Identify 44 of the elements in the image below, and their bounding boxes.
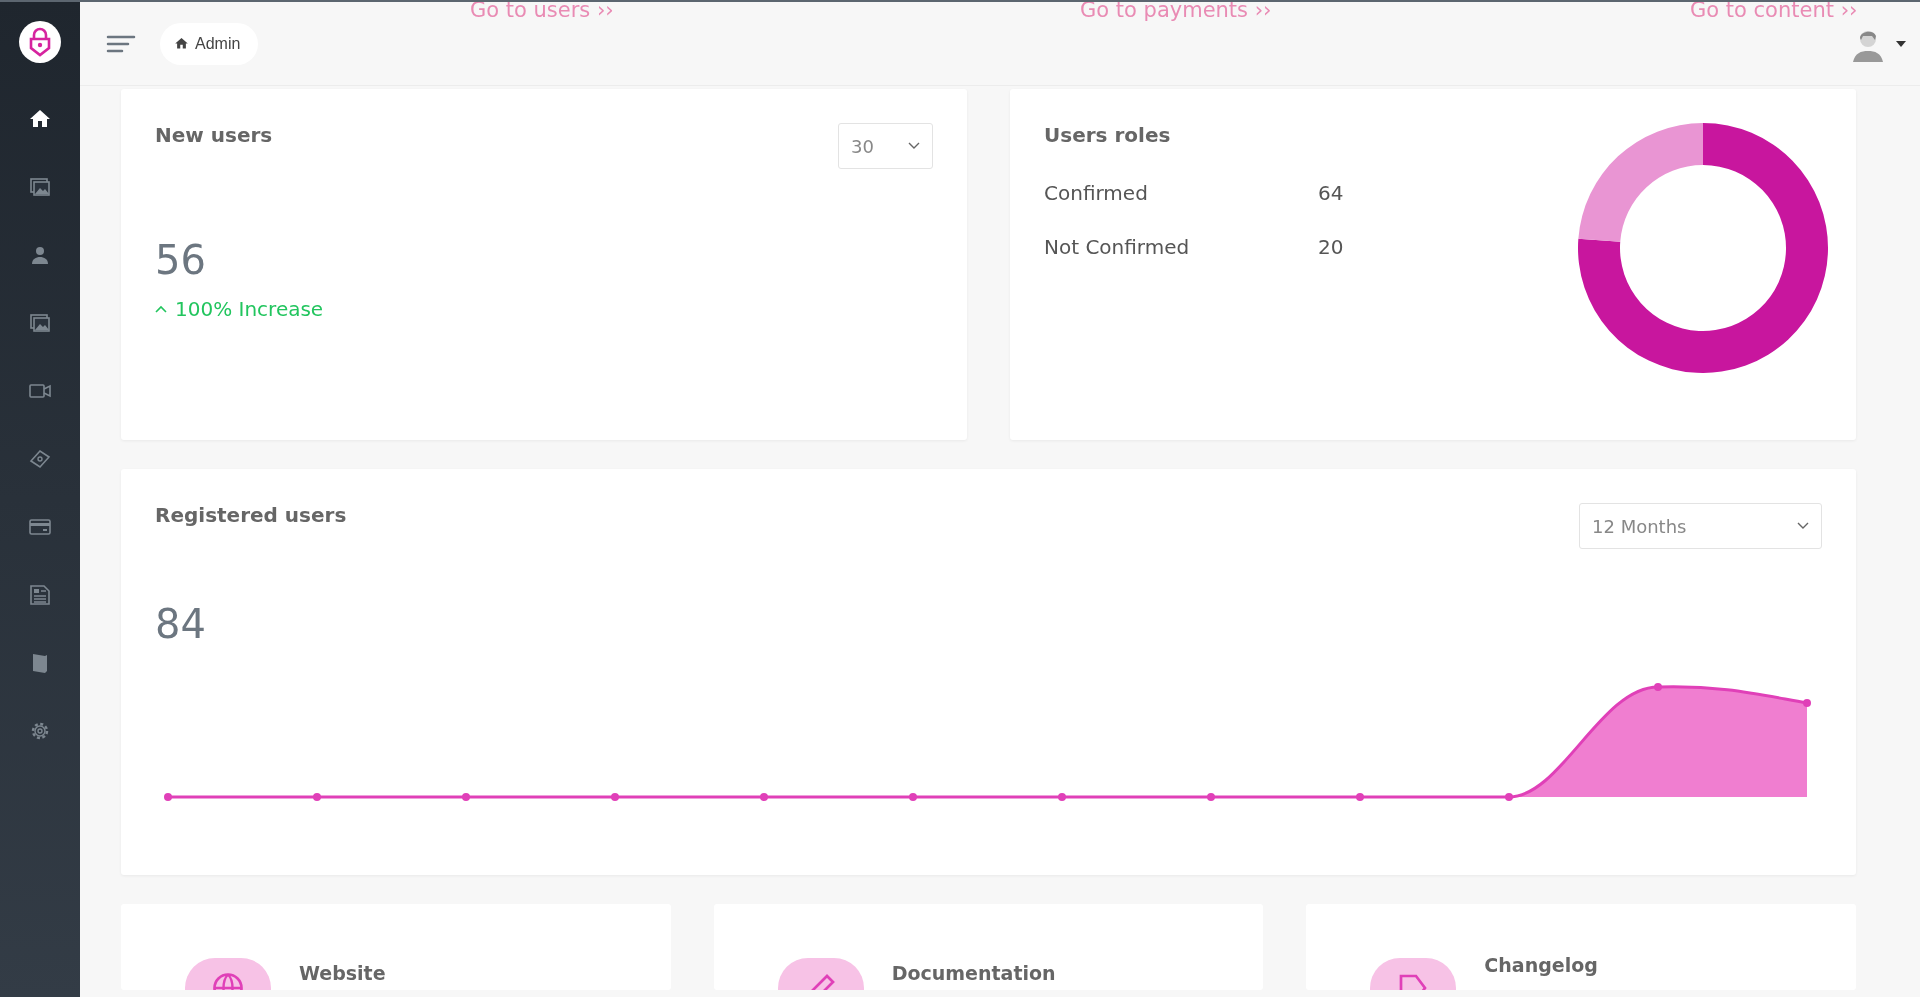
nav-link[interactable]: Go to payments ›› (1080, 2, 1690, 22)
home-icon (174, 36, 189, 51)
chart-point (1207, 793, 1215, 801)
lock-logo[interactable] (19, 21, 61, 63)
admin-breadcrumb[interactable]: Admin (160, 22, 259, 65)
increase-text: 100% Increase (175, 297, 324, 321)
registered-users-count: 84 (155, 601, 207, 647)
card-title: Users roles (1044, 123, 1171, 147)
tag-icon (1370, 958, 1457, 990)
link-card[interactable]: Website (121, 904, 671, 990)
nav-link[interactable]: Go to users ›› (470, 2, 1080, 22)
link-card[interactable]: Documentation (713, 904, 1264, 990)
chart-point (1356, 793, 1364, 801)
role-count: 20 (1318, 235, 1344, 259)
chart-point (1058, 793, 1066, 801)
link-label: Documentation (891, 962, 1056, 984)
chart-point (1505, 793, 1513, 801)
chart-point (760, 793, 768, 801)
role-label: Confirmed (1044, 181, 1149, 205)
globe-icon (185, 958, 271, 990)
new-users-count: 56 (155, 237, 207, 283)
nav-link[interactable]: Go to content ›› (1690, 2, 1858, 22)
chevron-up-icon (155, 305, 167, 313)
chevron-down-icon (1797, 522, 1809, 530)
pen-icon (777, 958, 864, 990)
role-count: 64 (1318, 181, 1344, 205)
period-select[interactable]: 30 (838, 123, 933, 169)
period-select[interactable]: 12 Months (1579, 503, 1822, 549)
chart-point (462, 793, 470, 801)
chevron-down-icon (908, 142, 920, 150)
chart-point (1803, 699, 1811, 707)
chart-point (1654, 683, 1662, 691)
chart-point (909, 793, 917, 801)
link-label: Changelog (1484, 954, 1598, 976)
chart-point (164, 793, 172, 801)
chart-point (313, 793, 321, 801)
menu-icon[interactable] (106, 33, 136, 54)
card-title: New users (155, 123, 273, 147)
card-title: Registered users (155, 503, 347, 527)
caret-icon[interactable] (1896, 40, 1906, 47)
link-card[interactable]: Changelog (1306, 904, 1856, 990)
chart-point (611, 793, 619, 801)
link-label: Website (299, 962, 386, 984)
role-label: Not Confirmed (1044, 235, 1191, 259)
